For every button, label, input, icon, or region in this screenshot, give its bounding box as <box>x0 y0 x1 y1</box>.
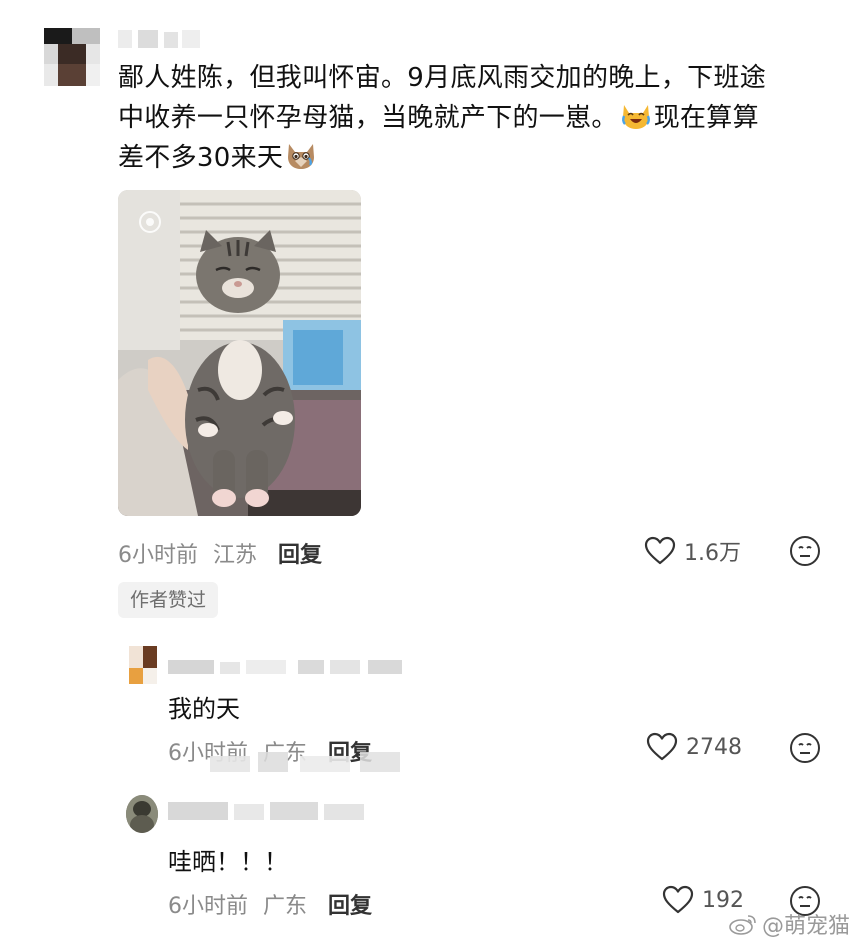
comment-time: 6小时前 <box>118 543 198 568</box>
comment-text: 鄙人姓陈，但我叫怀宙。9月底风雨交加的晚上，下班途 中收养一只怀孕母猫，当晚就产… <box>118 58 838 178</box>
neutral-face-icon[interactable] <box>789 732 821 764</box>
teary-cat-emoji-icon <box>288 144 315 169</box>
reply-username-obscured[interactable] <box>168 800 368 822</box>
comment-line-3: 差不多30来天 <box>118 138 838 178</box>
heart-outline-icon <box>644 536 676 565</box>
like-button[interactable]: 1.6万 <box>644 535 741 567</box>
avatar[interactable] <box>44 28 100 86</box>
username-obscured[interactable] <box>118 30 218 48</box>
comment-line-2: 中收养一只怀孕母猫，当晚就产下的一崽。 现在算算 <box>118 103 759 133</box>
like-count: 2748 <box>686 734 742 760</box>
reply-avatar[interactable] <box>129 646 157 684</box>
heart-outline-icon <box>646 732 678 761</box>
reply-text: 我的天 <box>168 695 240 723</box>
author-liked-badge: 作者赞过 <box>118 582 219 618</box>
comment-line-1: 鄙人姓陈，但我叫怀宙。9月底风雨交加的晚上，下班途 <box>118 63 767 93</box>
meta-obscure <box>210 752 405 774</box>
weibo-logo-icon <box>729 915 756 935</box>
watermark: @萌宠猫 <box>728 908 850 940</box>
crying-laughing-cat-emoji-icon <box>621 105 650 129</box>
comment-location: 江苏 <box>213 543 258 568</box>
reply-location: 广东 <box>263 894 308 919</box>
watermark-text: @萌宠猫 <box>761 914 850 939</box>
reply-meta: 6小时前 广东 回复 <box>168 888 372 920</box>
reply-avatar-image <box>126 795 158 833</box>
reply-text: 哇晒！！！ <box>168 848 288 876</box>
heart-outline-icon <box>662 885 694 914</box>
like-count: 1.6万 <box>684 541 741 566</box>
reply-button[interactable]: 回复 <box>328 894 372 919</box>
reply-button[interactable]: 回复 <box>278 543 322 568</box>
neutral-face-icon[interactable] <box>789 535 821 567</box>
kitten-photo[interactable] <box>118 190 361 516</box>
reply-time: 6小时前 <box>168 894 248 919</box>
comment-meta: 6小时前 江苏 回复 <box>118 537 322 569</box>
like-button[interactable]: 2748 <box>646 732 742 762</box>
kitten-photo-image <box>118 190 361 516</box>
reply-avatar[interactable] <box>126 795 158 833</box>
reply-username-obscured[interactable] <box>168 660 404 674</box>
